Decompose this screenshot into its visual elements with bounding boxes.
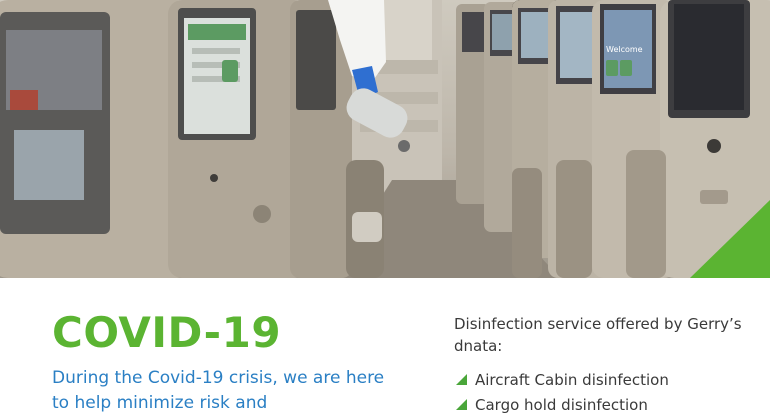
services-heading: Disinfection service offered by Gerry’s … [454,315,742,355]
triangle-bullet-icon [456,374,467,385]
page-title: COVID-19 [52,308,282,357]
triangle-bullet-icon [456,399,467,410]
hero-photo: Welcome [0,0,770,278]
services-list: Aircraft Cabin disinfection Cargo hold d… [454,369,669,419]
intro-text: During the Covid-19 crisis, we are here … [52,368,385,413]
aircraft-cabin-illustration: Welcome [0,0,770,278]
service-label: Cargo hold disinfection [475,396,648,414]
seat-screen-welcome: Welcome [606,45,643,54]
service-label: Aircraft Cabin disinfection [475,371,669,389]
service-item-cargo: Cargo hold disinfection [454,394,669,419]
service-item-cabin: Aircraft Cabin disinfection [454,369,669,394]
